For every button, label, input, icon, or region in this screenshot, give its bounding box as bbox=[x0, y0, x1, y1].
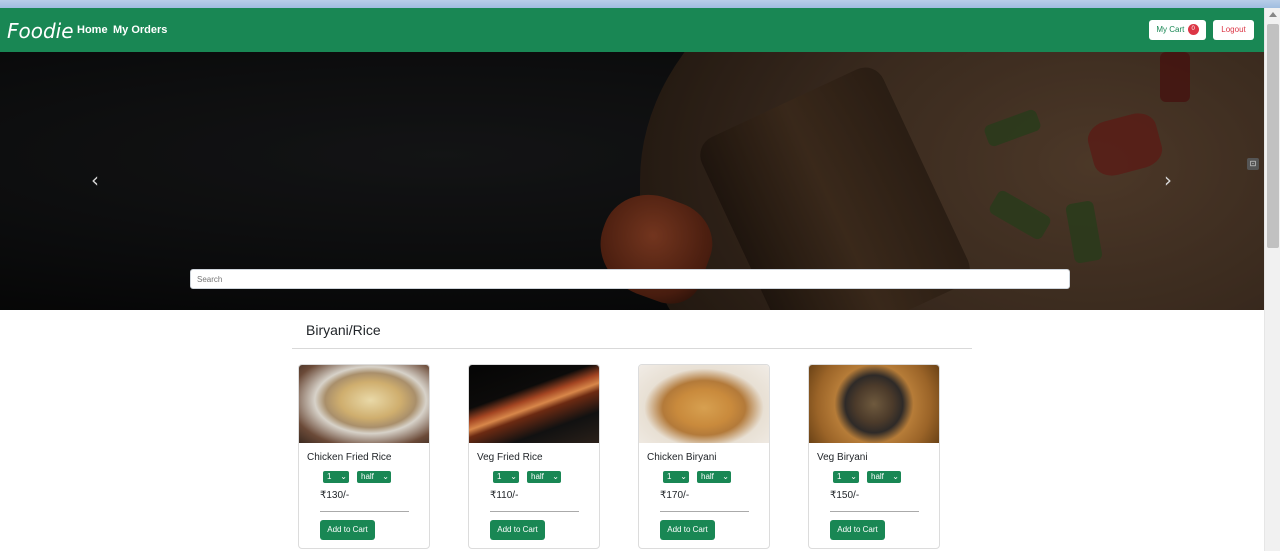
chevron-down-icon: ⌄ bbox=[552, 472, 559, 481]
food-image bbox=[299, 365, 429, 443]
quantity-value: 1 bbox=[837, 472, 842, 481]
nav-home-link[interactable]: Home bbox=[77, 23, 108, 37]
search-input[interactable] bbox=[190, 269, 1070, 289]
quantity-select[interactable]: 1 ⌄ bbox=[493, 471, 519, 483]
nav-my-orders-link[interactable]: My Orders bbox=[113, 23, 167, 37]
add-to-cart-button[interactable]: Add to Cart bbox=[490, 520, 545, 540]
size-select[interactable]: half ⌄ bbox=[527, 471, 561, 483]
card-divider bbox=[830, 511, 919, 512]
add-to-cart-button[interactable]: Add to Cart bbox=[830, 520, 885, 540]
add-to-cart-button[interactable]: Add to Cart bbox=[660, 520, 715, 540]
quantity-value: 1 bbox=[667, 472, 672, 481]
chevron-down-icon: ⌄ bbox=[340, 472, 347, 481]
food-name: Veg Fried Rice bbox=[477, 452, 543, 463]
size-select[interactable]: half ⌄ bbox=[697, 471, 731, 483]
hero-carousel: ‹ › bbox=[0, 52, 1264, 310]
food-price: ₹110/- bbox=[490, 490, 519, 501]
food-price: ₹170/- bbox=[660, 490, 690, 501]
chevron-down-icon: ⌄ bbox=[680, 472, 687, 481]
add-to-cart-button[interactable]: Add to Cart bbox=[320, 520, 375, 540]
chevron-down-icon: ⌄ bbox=[850, 472, 857, 481]
size-value: half bbox=[361, 472, 374, 481]
size-value: half bbox=[871, 472, 884, 481]
chevron-down-icon: ⌄ bbox=[892, 472, 899, 481]
size-value: half bbox=[701, 472, 714, 481]
food-price: ₹130/- bbox=[320, 490, 350, 501]
card-divider bbox=[660, 511, 749, 512]
food-name: Chicken Biryani bbox=[647, 452, 717, 463]
navbar: Foodie Home My Orders My Cart 0 Logout bbox=[0, 8, 1280, 52]
chevron-right-icon[interactable]: › bbox=[1158, 170, 1178, 190]
food-card: Veg Fried Rice 1 ⌄ half ⌄ ₹110/- Add to Ca… bbox=[468, 364, 600, 549]
food-image bbox=[639, 365, 769, 443]
browser-top-strip bbox=[0, 0, 1280, 8]
quantity-value: 1 bbox=[497, 472, 502, 481]
food-name: Chicken Fried Rice bbox=[307, 452, 392, 463]
card-divider bbox=[320, 511, 409, 512]
my-cart-label: My Cart bbox=[1156, 25, 1185, 34]
quantity-value: 1 bbox=[327, 472, 332, 481]
quantity-select[interactable]: 1 ⌄ bbox=[323, 471, 349, 483]
card-divider bbox=[490, 511, 579, 512]
size-select[interactable]: half ⌄ bbox=[867, 471, 901, 483]
food-image bbox=[469, 365, 599, 443]
food-card: Veg Biryani 1 ⌄ half ⌄ ₹150/- Add to Cart bbox=[808, 364, 940, 549]
food-image bbox=[809, 365, 939, 443]
logout-button[interactable]: Logout bbox=[1213, 20, 1254, 40]
quantity-select[interactable]: 1 ⌄ bbox=[833, 471, 859, 483]
scrollbar-thumb[interactable] bbox=[1267, 24, 1279, 248]
scroll-up-icon[interactable] bbox=[1269, 12, 1277, 17]
food-price: ₹150/- bbox=[830, 490, 860, 501]
page-scrollbar[interactable] bbox=[1264, 8, 1280, 551]
food-card: Chicken Fried Rice 1 ⌄ half ⌄ ₹130/- Add t… bbox=[298, 364, 430, 549]
food-card: Chicken Biryani 1 ⌄ half ⌄ ₹170/- Add to C… bbox=[638, 364, 770, 549]
category-divider bbox=[292, 348, 972, 349]
category-title: Biryani/Rice bbox=[306, 322, 381, 338]
chevron-left-icon[interactable]: ‹ bbox=[85, 170, 105, 190]
chevron-down-icon: ⌄ bbox=[510, 472, 517, 481]
my-cart-button[interactable]: My Cart 0 bbox=[1149, 20, 1206, 40]
food-name: Veg Biryani bbox=[817, 452, 868, 463]
chevron-down-icon: ⌄ bbox=[722, 472, 729, 481]
brand-logo[interactable]: Foodie bbox=[7, 19, 74, 43]
side-widget-icon[interactable]: ⊡ bbox=[1247, 158, 1259, 170]
size-value: half bbox=[531, 472, 544, 481]
cart-count-badge: 0 bbox=[1187, 24, 1199, 36]
chevron-down-icon: ⌄ bbox=[382, 472, 389, 481]
quantity-select[interactable]: 1 ⌄ bbox=[663, 471, 689, 483]
size-select[interactable]: half ⌄ bbox=[357, 471, 391, 483]
